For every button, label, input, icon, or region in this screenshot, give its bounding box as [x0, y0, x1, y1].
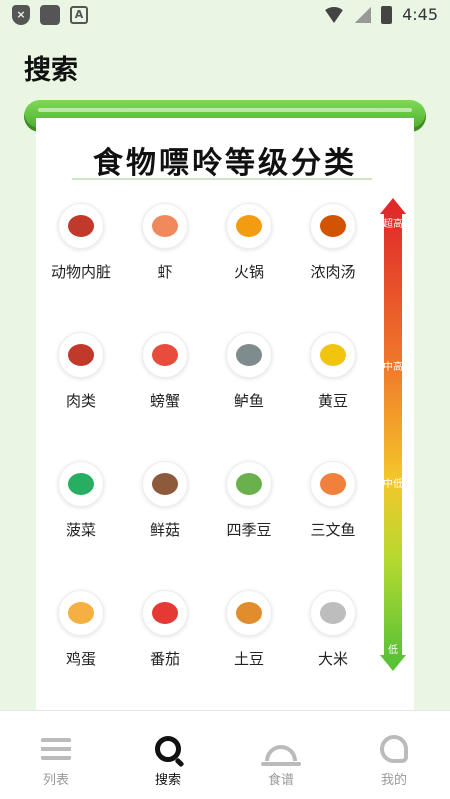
food-item[interactable]: 浓肉汤 [291, 203, 375, 282]
food-label: 动物内脏 [50, 263, 111, 281]
food-label: 虾 [157, 263, 173, 281]
purine-chart-card: 食物嘌呤等级分类 动物内脏 虾 火锅 浓肉汤肉类 螃蟹 鲈鱼 黄豆菠菜 鲜菇 四季豆 三文鱼鸡蛋 番… [36, 118, 414, 710]
scale-level-mid-low: 中低 [383, 479, 403, 490]
food-item[interactable]: 鸡蛋 [39, 590, 123, 669]
food-icon-circle [142, 461, 188, 507]
a-icon: A [70, 6, 88, 24]
hotpot-icon [236, 215, 262, 237]
food-label: 番茄 [149, 650, 180, 668]
food-label: 四季豆 [226, 521, 272, 539]
food-label: 鲈鱼 [233, 392, 264, 410]
title-divider [72, 178, 372, 180]
status-bar: × A 4:45 [0, 0, 450, 32]
nav-recipes[interactable]: 食谱 [225, 733, 337, 788]
greenbean-icon [236, 473, 262, 495]
food-icon-circle [310, 203, 356, 249]
app-icon [40, 5, 60, 25]
battery-icon [381, 5, 393, 24]
food-label: 浓肉汤 [310, 263, 356, 281]
meat-icon [68, 344, 94, 366]
soup-icon [320, 215, 346, 237]
food-label: 鸡蛋 [65, 650, 96, 668]
signal-icon [355, 6, 372, 23]
food-icon-circle [226, 332, 272, 378]
food-label: 鲜菇 [149, 521, 180, 539]
food-icon-circle [226, 203, 272, 249]
scale-gradient-bar [384, 212, 402, 658]
salmon-icon [320, 473, 346, 495]
page-title: 搜索 [24, 55, 78, 86]
spinach-icon [68, 473, 94, 495]
food-label: 三文鱼 [310, 521, 356, 539]
food-icon-circle [310, 590, 356, 636]
nav-search-label: 搜索 [154, 773, 181, 788]
nav-list-label: 列表 [42, 773, 69, 788]
status-time: 4:45 [402, 5, 438, 24]
food-item[interactable]: 大米 [291, 590, 375, 669]
food-label: 黄豆 [317, 392, 348, 410]
food-icon-circle [58, 203, 104, 249]
food-item[interactable]: 三文鱼 [291, 461, 375, 540]
food-label: 火锅 [233, 263, 264, 281]
wifi-icon [323, 6, 346, 23]
food-icon-circle [142, 590, 188, 636]
food-item[interactable]: 四季豆 [207, 461, 291, 540]
nav-profile[interactable]: 我的 [338, 733, 450, 788]
food-item[interactable]: 火锅 [207, 203, 291, 282]
food-label: 土豆 [233, 650, 264, 668]
potato-icon [236, 602, 262, 624]
fish-icon [236, 344, 262, 366]
soybean-icon [320, 344, 346, 366]
food-item[interactable]: 鲜菇 [123, 461, 207, 540]
egg-icon [68, 602, 94, 624]
profile-icon [380, 735, 408, 763]
purine-level-scale: 超高 中高 中低 低 [380, 198, 406, 671]
food-item[interactable]: 菠菜 [39, 461, 123, 540]
mushroom-icon [152, 473, 178, 495]
food-item[interactable]: 番茄 [123, 590, 207, 669]
food-label: 大米 [317, 650, 348, 668]
scale-level-mid-high: 中高 [383, 362, 403, 373]
list-icon [41, 738, 71, 760]
food-icon-circle [58, 461, 104, 507]
shrimp-icon [152, 215, 178, 237]
nav-recipes-label: 食谱 [267, 773, 294, 788]
scale-level-low: 低 [388, 645, 398, 656]
food-icon-circle [142, 203, 188, 249]
shield-icon: × [12, 5, 30, 25]
food-item[interactable]: 鲈鱼 [207, 332, 291, 411]
food-icon-circle [226, 590, 272, 636]
nav-search[interactable]: 搜索 [112, 733, 224, 788]
food-icon-circle [142, 332, 188, 378]
food-icon-circle [310, 461, 356, 507]
tomato-icon [152, 602, 178, 624]
banner-title: 食物嘌呤等级分类 [93, 146, 357, 181]
food-item[interactable]: 黄豆 [291, 332, 375, 411]
food-icon-circle [226, 461, 272, 507]
food-item[interactable]: 虾 [123, 203, 207, 282]
food-label: 螃蟹 [149, 392, 180, 410]
crab-icon [152, 344, 178, 366]
nav-profile-label: 我的 [380, 773, 407, 788]
food-item[interactable]: 螃蟹 [123, 332, 207, 411]
food-label: 菠菜 [65, 521, 96, 539]
food-item[interactable]: 土豆 [207, 590, 291, 669]
food-icon-circle [58, 332, 104, 378]
food-label: 肉类 [65, 392, 96, 410]
scale-arrow-down [380, 655, 406, 671]
nav-list[interactable]: 列表 [0, 733, 112, 788]
dish-icon [261, 745, 301, 766]
food-item[interactable]: 肉类 [39, 332, 123, 411]
liver-icon [68, 215, 94, 237]
food-icon-circle [310, 332, 356, 378]
rice-icon [320, 602, 346, 624]
food-icon-circle [58, 590, 104, 636]
search-icon [155, 736, 181, 762]
bottom-nav: 列表 搜索 食谱 我的 [0, 710, 450, 799]
food-item[interactable]: 动物内脏 [39, 203, 123, 282]
scale-level-high: 超高 [383, 219, 403, 230]
